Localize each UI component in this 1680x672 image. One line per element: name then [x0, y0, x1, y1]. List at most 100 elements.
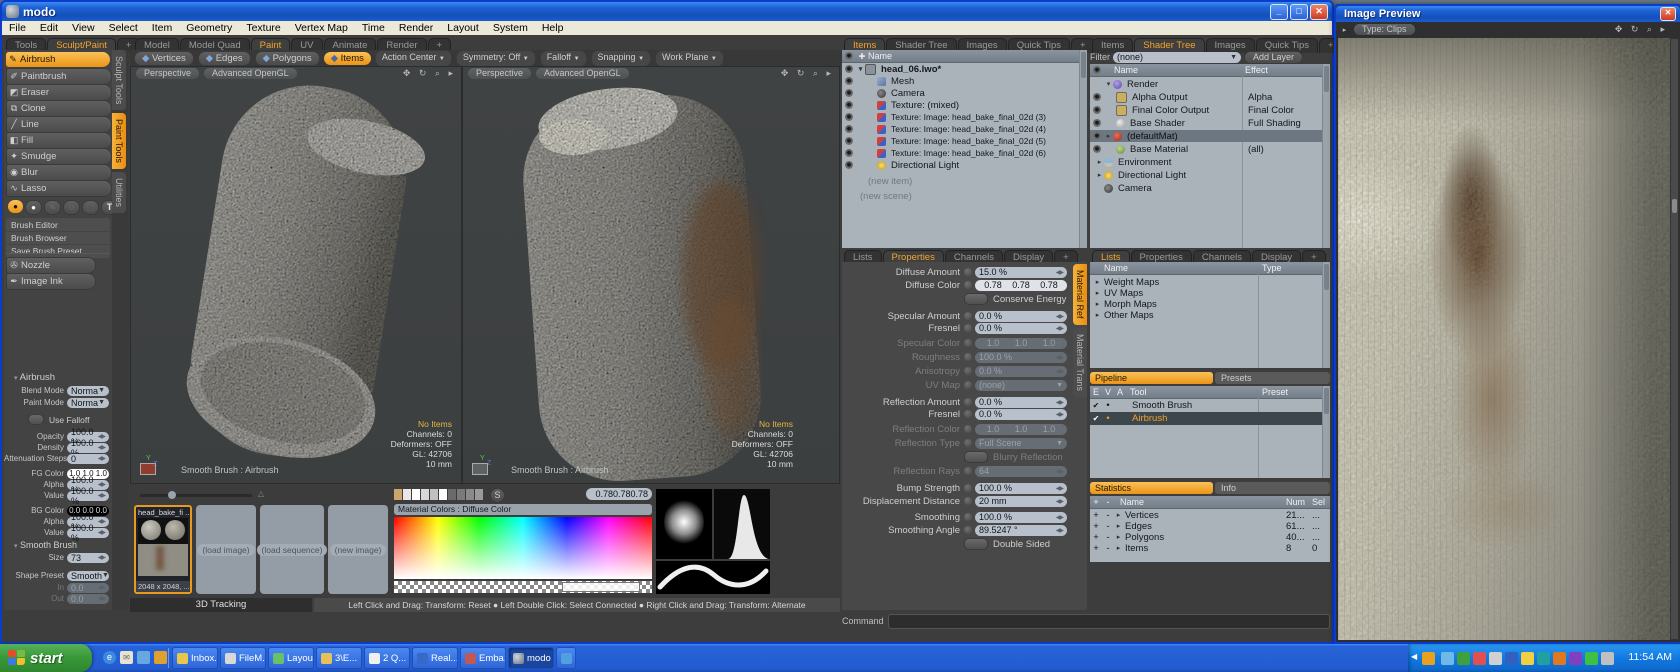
tray-icon[interactable] [1569, 652, 1582, 665]
item-row-mesh[interactable]: Mesh [842, 75, 1080, 87]
tool-airbrush[interactable]: ✎Airbrush [6, 52, 110, 67]
quicklaunch-mail-icon[interactable]: ✉ [120, 651, 133, 664]
side-tab-paint-tools[interactable]: Paint Tools [112, 113, 126, 169]
alpha-strip-scrollbar[interactable] [394, 581, 652, 593]
mini-knob-icon[interactable] [964, 497, 972, 505]
eye-icon[interactable] [845, 125, 853, 133]
save-brush-preset-link[interactable]: Save Brush Preset [6, 245, 110, 257]
menu-texture[interactable]: Texture [239, 22, 287, 34]
color-gradient-picker[interactable] [394, 517, 652, 579]
menu-file[interactable]: File [2, 22, 33, 34]
action-center-dropdown[interactable]: Action Center ▼ [375, 50, 452, 67]
density-field[interactable]: 100.0 %◀▶ [67, 443, 109, 453]
item-row-texture-6[interactable]: Texture: Image: head_bake_final_02d (6) [842, 147, 1080, 159]
mini-knob-icon[interactable] [964, 312, 972, 320]
tray-icon[interactable] [1601, 652, 1614, 665]
reflection-fresnel-field[interactable]: 0.0 %◀▶ [975, 409, 1067, 420]
item-row-texture-3[interactable]: Texture: Image: head_bake_final_02d (3) [842, 111, 1080, 123]
quicklaunch-desktop-icon[interactable] [137, 651, 150, 664]
statistics-info-button[interactable]: Info [1215, 482, 1330, 494]
brush-pattern-button[interactable]: ⬚ [82, 200, 99, 215]
shader-row-base-material[interactable]: Base Material(all) [1090, 143, 1323, 155]
viewport2-nav-icons[interactable]: ✥ ↻ ⌕ ▸ [781, 68, 834, 79]
list-row-other-maps[interactable]: ▸Other Maps [1090, 309, 1323, 321]
tool-line[interactable]: ╱Line [6, 116, 112, 133]
menu-edit[interactable]: Edit [33, 22, 65, 34]
side-tab-material-trans[interactable]: Material Trans [1073, 328, 1087, 397]
tray-icon[interactable] [1505, 652, 1518, 665]
viewport-1[interactable]: Perspective Advanced OpenGL ✥ ↻ ⌕ ▸ No I… [130, 66, 462, 484]
item-row-scene[interactable]: ▾head_06.lwo* [842, 63, 1080, 75]
texture-preview-canvas[interactable] [1338, 38, 1672, 640]
plus-button[interactable]: + [1090, 543, 1102, 554]
close-button[interactable]: ✕ [1310, 4, 1328, 20]
mini-knob-icon[interactable] [964, 513, 972, 521]
mini-knob-icon[interactable] [964, 526, 972, 534]
blend-mode-dropdown[interactable]: Normal▼ [67, 386, 109, 396]
viewport2-shading-button[interactable]: Advanced OpenGL [536, 68, 629, 79]
shader-row-final-color-output[interactable]: Final Color OutputFinal Color [1090, 104, 1323, 116]
brush-dot-button[interactable]: ● [8, 200, 23, 213]
preview-scrollbar[interactable] [1670, 38, 1679, 640]
item-row-new-item[interactable]: (new item) [842, 175, 1080, 187]
shape-preset-dropdown[interactable]: Smooth▼ [67, 571, 109, 581]
bg-value-field[interactable]: 100.0 %◀▶ [67, 528, 109, 538]
minus-button[interactable]: - [1102, 510, 1114, 521]
tray-icon[interactable] [1553, 652, 1566, 665]
lists-scrollbar[interactable] [1322, 262, 1330, 368]
tool-fill[interactable]: ◧Fill [6, 132, 112, 149]
shader-row-camera[interactable]: Camera [1090, 182, 1323, 194]
task-quark[interactable]: 2 Q... [364, 647, 410, 669]
quicklaunch-app-icon[interactable] [154, 651, 167, 664]
stat-row-items[interactable]: +-▸Items80 [1090, 542, 1323, 554]
eye-icon[interactable] [1093, 145, 1101, 153]
minus-button[interactable]: - [1102, 543, 1114, 554]
shader-row-defaultmat[interactable]: ▸(defaultMat) [1090, 130, 1323, 142]
maximize-button[interactable]: □ [1290, 4, 1308, 20]
collapse-arrow-icon[interactable]: ▾ [14, 375, 18, 382]
side-tab-sculpt-tools[interactable]: Sculpt Tools [112, 50, 126, 110]
mini-knob-icon[interactable] [964, 268, 972, 276]
viewport-2[interactable]: Perspective Advanced OpenGL ✥ ↻ ⌕ ▸ No I… [462, 66, 840, 484]
item-row-new-scene[interactable]: (new scene) [842, 190, 1080, 202]
eye-icon[interactable] [845, 137, 853, 145]
mode-polygons-button[interactable]: ◆ Polygons [255, 51, 320, 66]
tool-image-ink[interactable]: ✒Image Ink [6, 273, 96, 290]
tray-icon[interactable] [1422, 652, 1435, 665]
tool-smudge[interactable]: ✦Smudge [6, 148, 112, 165]
paint-mode-dropdown[interactable]: Normal Proj ...▼ [67, 398, 109, 408]
falloff-dropdown[interactable]: Falloff ▼ [540, 50, 587, 67]
eye-icon[interactable] [845, 101, 853, 109]
pipeline-scrollbar[interactable] [1322, 386, 1330, 478]
smoothing-angle-field[interactable]: 89.5247 °◀▶ [975, 525, 1067, 536]
tool-eraser[interactable]: ◩Eraser [6, 84, 112, 101]
menu-view[interactable]: View [65, 22, 102, 34]
eye-icon[interactable] [1093, 132, 1101, 140]
eye-icon[interactable] [1093, 119, 1101, 127]
pipeline-title[interactable]: Pipeline [1090, 372, 1213, 384]
eye-icon[interactable] [845, 161, 853, 169]
brush-browser-link[interactable]: Brush Browser [6, 232, 110, 245]
menu-layout[interactable]: Layout [440, 22, 486, 34]
pipeline-presets-button[interactable]: Presets [1215, 372, 1330, 384]
eye-icon[interactable] [845, 113, 853, 121]
brush-circle-button[interactable]: ● [25, 200, 42, 215]
tray-collapse-icon[interactable]: ◀ [1411, 652, 1417, 661]
task-embarcadero[interactable]: Emba... [460, 647, 506, 669]
start-button[interactable]: start [0, 644, 92, 672]
menu-render[interactable]: Render [392, 22, 440, 34]
corner-arrow-icon[interactable]: ▸ [1340, 26, 1349, 34]
preview-nav-icons[interactable]: ✥ ↻ ⌕ ▸ [1615, 24, 1668, 35]
tray-icon[interactable] [1473, 652, 1486, 665]
menu-select[interactable]: Select [102, 22, 145, 34]
bump-strength-field[interactable]: 100.0 %◀▶ [975, 483, 1067, 494]
swatch-s-button[interactable]: S [490, 488, 505, 503]
brush-star-button[interactable]: ✩ [63, 200, 80, 215]
menu-time[interactable]: Time [355, 22, 392, 34]
task-layout[interactable]: Layou... [268, 647, 314, 669]
tray-icon[interactable] [1489, 652, 1502, 665]
shader-row-render[interactable]: ▾Render [1090, 78, 1323, 90]
smoothing-field[interactable]: 100.0 %◀▶ [975, 512, 1067, 523]
side-tab-material-ref[interactable]: Material Ref [1073, 264, 1087, 325]
minus-button[interactable]: - [1102, 521, 1114, 532]
